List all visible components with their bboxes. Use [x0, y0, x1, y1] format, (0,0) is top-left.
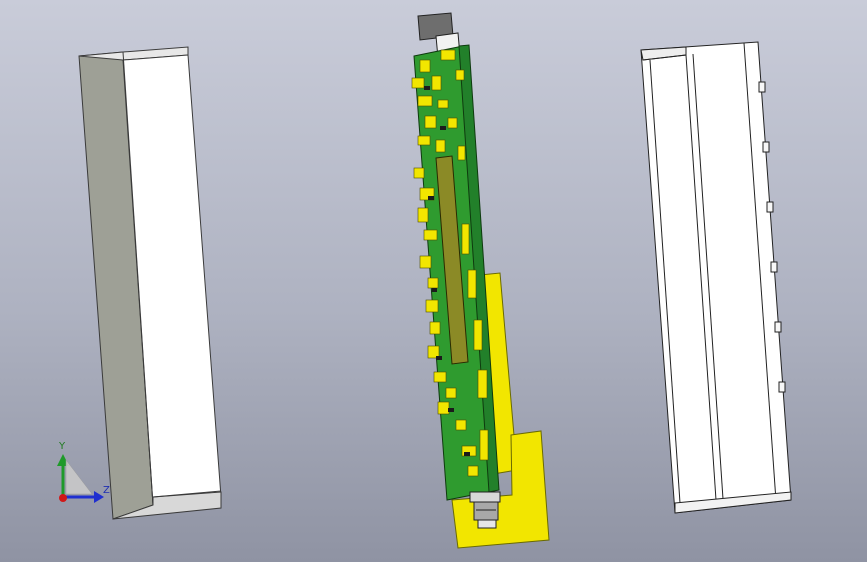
- coordinate-triad: [57, 454, 104, 503]
- triad-orientation-indicator: [65, 459, 93, 495]
- pcb-assembly[interactable]: [411, 12, 550, 549]
- left-housing[interactable]: [78, 46, 222, 520]
- cad-graphics-viewport[interactable]: Y Z: [0, 0, 867, 562]
- z-axis-label: Z: [103, 485, 110, 496]
- y-axis-label: Y: [59, 441, 66, 452]
- right-housing[interactable]: [640, 41, 792, 514]
- right-housing-body: [640, 41, 792, 514]
- x-axis-origin-icon: [59, 494, 67, 502]
- model-scene[interactable]: [0, 0, 867, 562]
